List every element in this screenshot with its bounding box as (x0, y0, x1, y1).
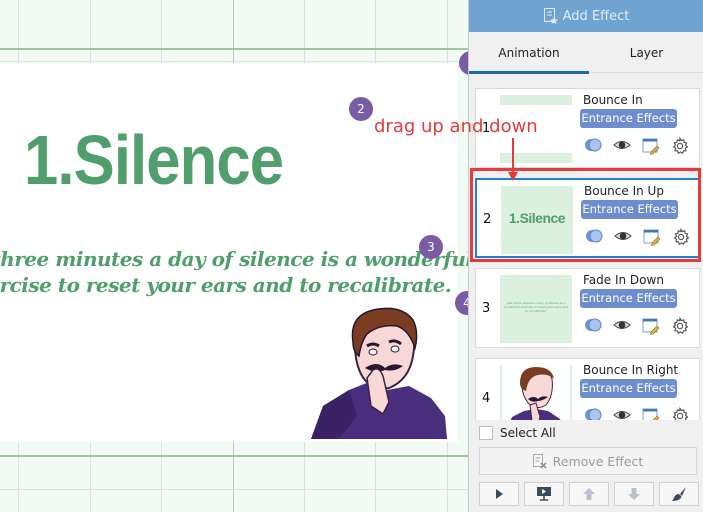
gear-icon[interactable] (671, 136, 691, 155)
tab-layer[interactable]: Layer (589, 33, 703, 73)
effect-category-badge[interactable]: Entrance Effects (580, 109, 677, 128)
thumbnail-title: 1.Silence (508, 210, 566, 226)
brush-icon (672, 487, 686, 501)
panel-tabs: Animation Layer (469, 33, 703, 74)
animation-marker-2[interactable]: 2 (349, 97, 373, 121)
preview-icon (537, 487, 551, 501)
eye-icon[interactable] (613, 317, 633, 335)
tab-animation[interactable]: Animation (469, 33, 589, 74)
slide-title[interactable]: 1.Silence (24, 125, 284, 195)
edit-icon[interactable] (642, 317, 662, 335)
add-effect-label: Add Effect (562, 8, 630, 24)
move-down-button[interactable] (614, 482, 654, 506)
edit-icon[interactable] (642, 407, 662, 420)
app-window: 1.Silence Just three minutes a day of si… (0, 0, 703, 512)
select-all-checkbox[interactable] (479, 426, 493, 440)
grid-line (0, 489, 470, 490)
eye-icon[interactable] (613, 407, 633, 420)
drag-hint-label: drag up and down (374, 116, 538, 137)
play-button[interactable] (479, 482, 519, 506)
select-all[interactable]: Select All (479, 426, 556, 440)
effect-category-badge[interactable]: Entrance Effects (580, 379, 677, 398)
drag-hint-arrow (512, 138, 514, 174)
effect-thumbnail: Just three minutes a day of silence is a… (500, 275, 572, 343)
effect-name: Bounce In Right (583, 363, 679, 377)
effect-name: Bounce In (583, 93, 643, 107)
thumbnail-body-text: Just three minutes a day of silence is a… (504, 301, 568, 313)
gear-icon[interactable] (671, 406, 691, 420)
toggle-icon[interactable] (584, 137, 604, 155)
effect-category-badge[interactable]: Entrance Effects (580, 289, 677, 308)
eye-icon[interactable] (613, 137, 633, 155)
add-effect-icon (543, 8, 558, 24)
remove-effect-button[interactable]: Remove Effect (479, 447, 697, 475)
thumbnail-image (510, 367, 561, 420)
eye-icon[interactable] (614, 228, 634, 246)
effect-actions (585, 227, 695, 248)
effect-thumbnail (500, 365, 572, 420)
toggle-icon[interactable] (585, 228, 605, 246)
brush-button[interactable] (659, 482, 699, 506)
effect-item-2[interactable]: 2 1.Silence Bounce In Up Entrance Effect… (475, 178, 700, 258)
play-icon (496, 489, 503, 499)
select-all-label: Select All (500, 426, 556, 440)
effect-item-3[interactable]: 3 Just three minutes a day of silence is… (475, 268, 700, 348)
gear-icon[interactable] (671, 316, 691, 335)
effect-actions (584, 406, 694, 420)
animation-panel: Add Effect Animation Layer 1 Bounce In E… (468, 0, 703, 512)
remove-effect-label: Remove Effect (552, 453, 644, 469)
effect-thumbnail: 1.Silence (501, 186, 573, 254)
effect-actions (584, 136, 694, 157)
effect-index: 3 (482, 301, 491, 316)
guide-line (0, 48, 470, 50)
editor-canvas[interactable]: 1.Silence Just three minutes a day of si… (0, 0, 470, 512)
effect-item-4[interactable]: 4 Bounce In Right Entrance Effects (475, 358, 700, 420)
edit-icon[interactable] (643, 228, 663, 246)
remove-effect-icon (532, 453, 547, 469)
drag-hint-arrow-head (508, 172, 518, 181)
effect-index: 2 (483, 212, 492, 227)
grid-line (0, 61, 470, 62)
effect-name: Fade In Down (583, 273, 664, 287)
gear-icon[interactable] (672, 227, 692, 246)
effect-category-badge[interactable]: Entrance Effects (581, 200, 678, 219)
preview-button[interactable] (524, 482, 564, 506)
edit-icon[interactable] (642, 137, 662, 155)
guide-line (0, 455, 470, 457)
animation-marker-3[interactable]: 3 (419, 235, 443, 259)
slide-body-text[interactable]: Just three minutes a day of silence is a… (0, 246, 470, 298)
move-up-button[interactable] (569, 482, 609, 506)
toggle-icon[interactable] (584, 317, 604, 335)
add-effect-button[interactable]: Add Effect (469, 0, 703, 32)
effect-actions (584, 316, 694, 337)
man-shushing-illustration[interactable] (309, 306, 447, 439)
effect-name: Bounce In Up (584, 184, 664, 198)
effect-index: 4 (482, 391, 491, 406)
toggle-icon[interactable] (584, 407, 604, 420)
move-up-icon (583, 488, 595, 500)
move-down-icon (628, 488, 640, 500)
